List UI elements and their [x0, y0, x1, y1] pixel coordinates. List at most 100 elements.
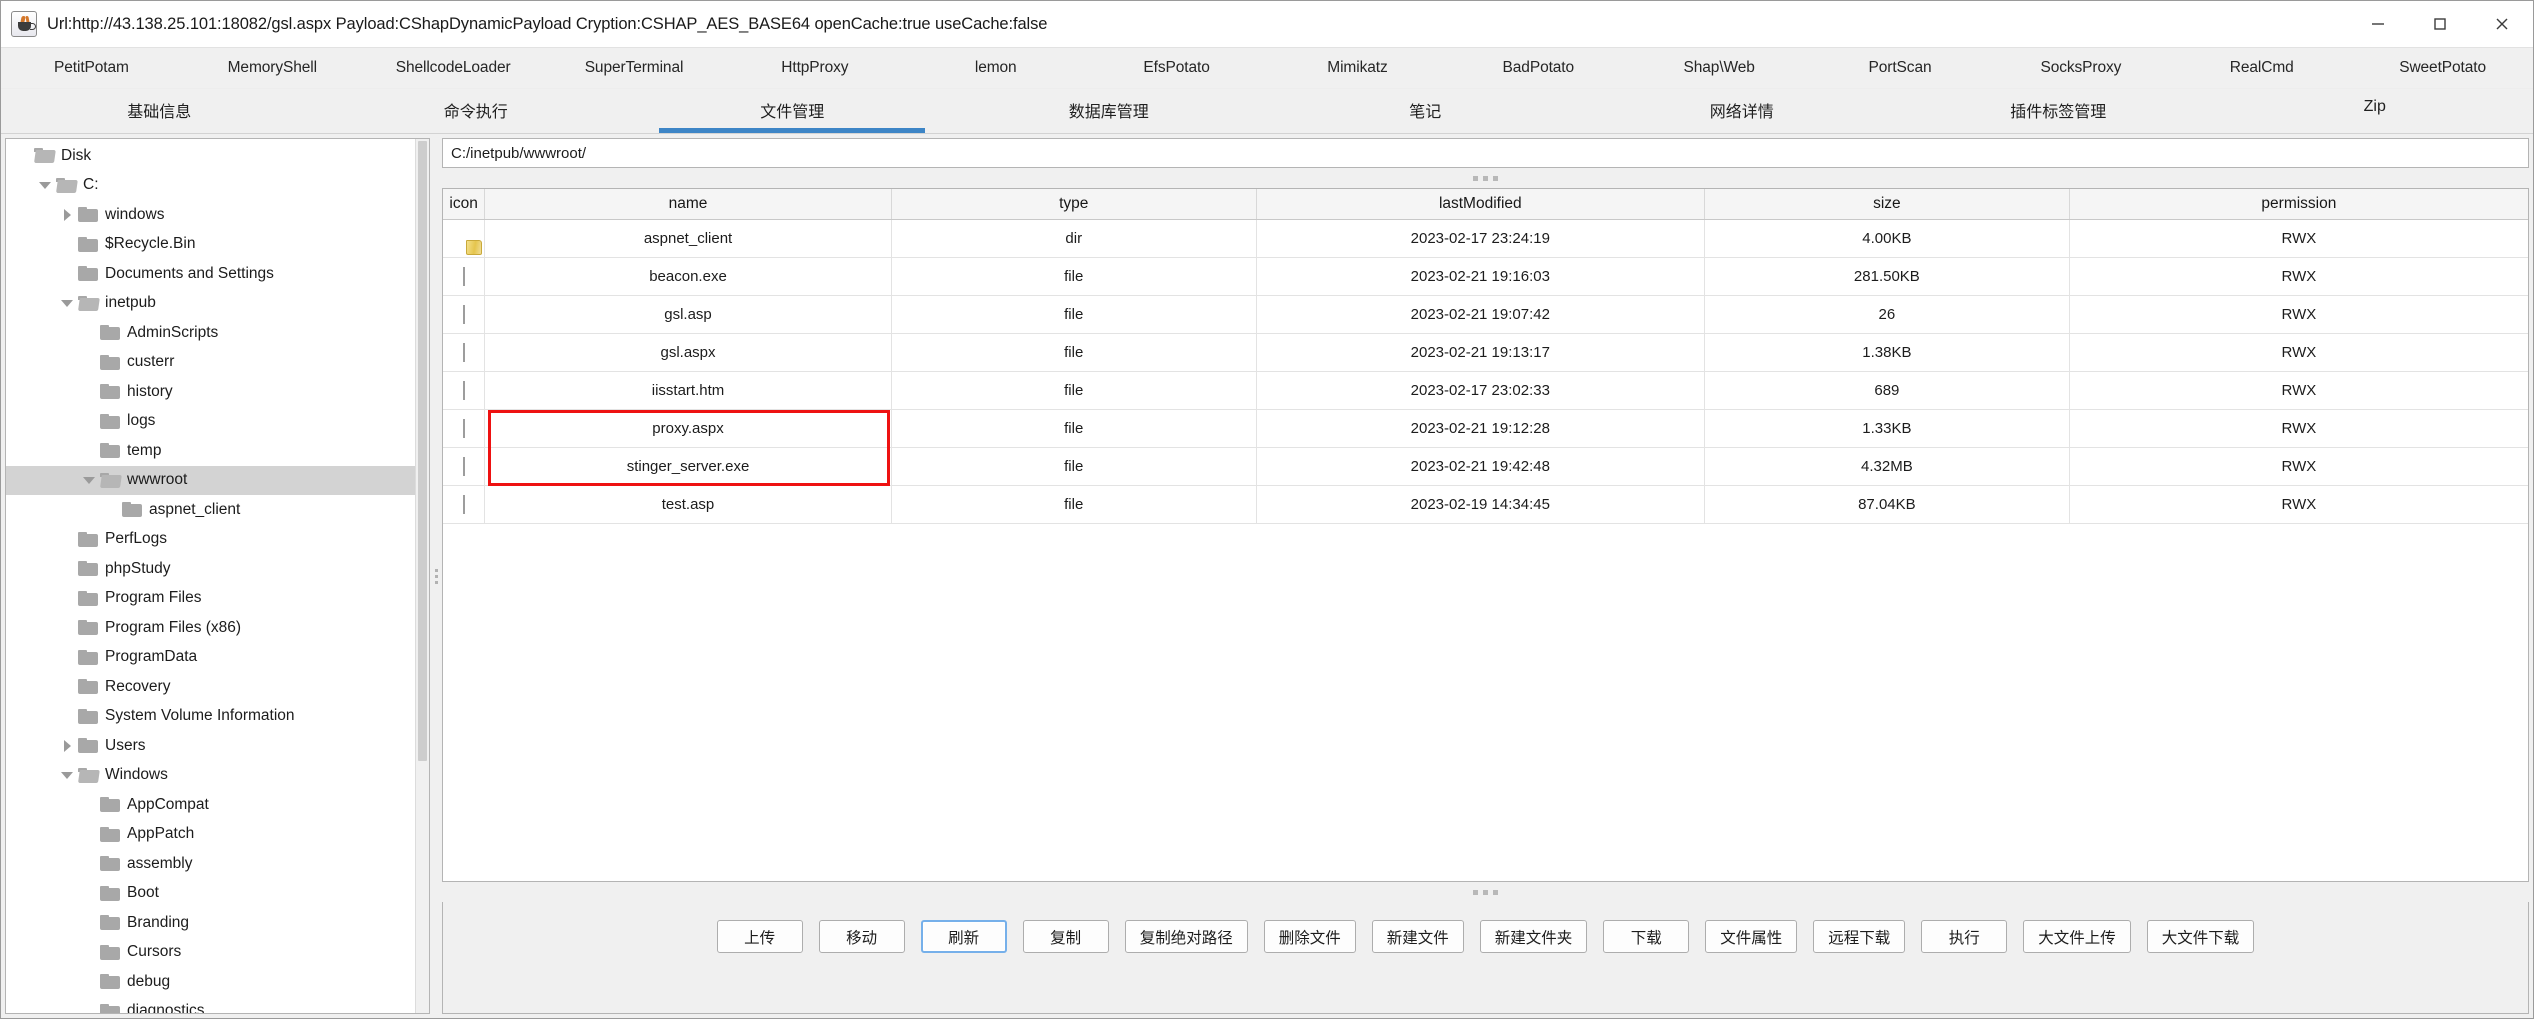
tree-item[interactable]: Recovery	[6, 672, 415, 702]
action-button-2[interactable]: 刷新	[920, 920, 1007, 953]
tree-item[interactable]: Branding	[6, 908, 415, 938]
chevron-down-icon[interactable]	[56, 771, 78, 779]
tree-item[interactable]: AppCompat	[6, 790, 415, 820]
table-row[interactable]: test.asp file 2023-02-19 14:34:45 87.04KB RW…	[443, 485, 2528, 524]
tree-item[interactable]: $Recycle.Bin	[6, 230, 415, 260]
chevron-down-icon[interactable]	[34, 181, 56, 189]
cell-permission: RWX	[2069, 485, 2528, 524]
plugin-tab-realcmd[interactable]: RealCmd	[2171, 59, 2352, 77]
action-button-1[interactable]: 移动	[818, 920, 905, 953]
plugin-tab-httpproxy[interactable]: HttpProxy	[724, 59, 905, 77]
plugin-tab-efspotato[interactable]: EfsPotato	[1086, 59, 1267, 77]
plugin-tab-superterminal[interactable]: SuperTerminal	[544, 59, 725, 77]
tree-item[interactable]: ProgramData	[6, 643, 415, 673]
tree-scrollbar[interactable]	[415, 139, 429, 1013]
chevron-down-icon[interactable]	[78, 476, 100, 484]
column-header-type[interactable]: type	[891, 189, 1257, 220]
tree-item[interactable]: Users	[6, 731, 415, 761]
tree-item[interactable]: Program Files	[6, 584, 415, 614]
tree-item[interactable]: temp	[6, 436, 415, 466]
main-tab-3[interactable]: 数据库管理	[951, 89, 1268, 133]
action-button-9[interactable]: 文件属性	[1705, 920, 1798, 953]
tree-item[interactable]: PerfLogs	[6, 525, 415, 555]
main-tab-5[interactable]: 网络详情	[1584, 89, 1901, 133]
tree-item[interactable]: Boot	[6, 879, 415, 909]
table-row[interactable]: gsl.asp file 2023-02-21 19:07:42 26 RWX	[443, 295, 2528, 334]
plugin-tab-shap-web[interactable]: Shap\Web	[1629, 59, 1810, 77]
horizontal-splitter-bottom[interactable]	[442, 882, 2529, 902]
action-button-3[interactable]: 复制	[1022, 920, 1109, 953]
maximize-icon[interactable]	[2409, 1, 2471, 47]
action-button-13[interactable]: 大文件下载	[2146, 920, 2255, 953]
table-row[interactable]: aspnet_client dir 2023-02-17 23:24:19 4.00K…	[443, 219, 2528, 258]
plugin-tab-sweetpotato[interactable]: SweetPotato	[2352, 59, 2533, 77]
column-header-lastModified[interactable]: lastModified	[1256, 189, 1705, 220]
action-button-7[interactable]: 新建文件夹	[1479, 920, 1588, 953]
action-button-5[interactable]: 删除文件	[1263, 920, 1356, 953]
minimize-icon[interactable]	[2347, 1, 2409, 47]
tree-item[interactable]: System Volume Information	[6, 702, 415, 732]
tree-item[interactable]: AdminScripts	[6, 318, 415, 348]
close-icon[interactable]	[2471, 1, 2533, 47]
chevron-right-icon[interactable]	[56, 208, 78, 221]
tree-item[interactable]: aspnet_client	[6, 495, 415, 525]
tree-item[interactable]: Documents and Settings	[6, 259, 415, 289]
tree-item[interactable]: debug	[6, 967, 415, 997]
column-header-icon[interactable]: icon	[443, 189, 486, 220]
action-button-12[interactable]: 大文件上传	[2023, 920, 2131, 953]
tree-item[interactable]: inetpub	[6, 289, 415, 319]
table-row[interactable]: iisstart.htm file 2023-02-17 23:02:33 689 RW…	[443, 371, 2528, 410]
action-button-6[interactable]: 新建文件	[1371, 920, 1464, 953]
plugin-tab-socksproxy[interactable]: SocksProxy	[1990, 59, 2171, 77]
vertical-splitter[interactable]	[430, 138, 442, 1014]
tree-item-label: phpStudy	[105, 559, 171, 577]
chevron-right-icon[interactable]	[56, 739, 78, 752]
table-row[interactable]: gsl.aspx file 2023-02-21 19:13:17 1.38KB RWX	[443, 333, 2528, 372]
action-button-4[interactable]: 复制绝对路径	[1124, 920, 1248, 953]
table-row[interactable]: proxy.aspx file 2023-02-21 19:12:28 1.33KB R…	[443, 409, 2528, 448]
main-tab-0[interactable]: 基础信息	[1, 89, 318, 133]
tree-item-label: System Volume Information	[105, 707, 295, 725]
tree-item-label: Disk	[61, 146, 92, 164]
horizontal-splitter-top[interactable]	[442, 168, 2529, 188]
plugin-tab-lemon[interactable]: lemon	[905, 59, 1086, 77]
main-tab-6[interactable]: 插件标签管理	[1900, 89, 2217, 133]
action-button-8[interactable]: 下载	[1603, 920, 1690, 953]
plugin-tab-mimikatz[interactable]: Mimikatz	[1267, 59, 1448, 77]
tree-item[interactable]: diagnostics	[6, 997, 415, 1013]
action-button-0[interactable]: 上传	[716, 920, 803, 953]
plugin-tab-badpotato[interactable]: BadPotato	[1448, 59, 1629, 77]
main-tab-2[interactable]: 文件管理	[634, 89, 951, 133]
column-header-size[interactable]: size	[1704, 189, 2070, 220]
main-tab-7[interactable]: Zip	[2217, 89, 2534, 133]
tree-item[interactable]: custerr	[6, 348, 415, 378]
tree-item[interactable]: Cursors	[6, 938, 415, 968]
tree-item[interactable]: C:	[6, 171, 415, 201]
plugin-tab-petitpotam[interactable]: PetitPotam	[1, 59, 182, 77]
table-row[interactable]: stinger_server.exe file 2023-02-21 19:42:4…	[443, 447, 2528, 486]
tree-item[interactable]: assembly	[6, 849, 415, 879]
tree-item[interactable]: Program Files (x86)	[6, 613, 415, 643]
tree-item-label: inetpub	[105, 294, 156, 312]
column-header-name[interactable]: name	[484, 189, 892, 220]
tree-item[interactable]: Disk	[6, 141, 415, 171]
action-button-10[interactable]: 远程下载	[1813, 920, 1906, 953]
path-input[interactable]: C:/inetpub/wwwroot/	[442, 138, 2529, 168]
plugin-tab-memoryshell[interactable]: MemoryShell	[182, 59, 363, 77]
plugin-tab-portscan[interactable]: PortScan	[1810, 59, 1991, 77]
tree-scrollbar-thumb[interactable]	[418, 141, 427, 761]
plugin-tab-shellcodeloader[interactable]: ShellcodeLoader	[363, 59, 544, 77]
tree-item[interactable]: AppPatch	[6, 820, 415, 850]
table-row[interactable]: beacon.exe file 2023-02-21 19:16:03 281.50K…	[443, 257, 2528, 296]
main-tab-4[interactable]: 笔记	[1267, 89, 1584, 133]
tree-item[interactable]: logs	[6, 407, 415, 437]
tree-item[interactable]: windows	[6, 200, 415, 230]
tree-item[interactable]: phpStudy	[6, 554, 415, 584]
main-tab-1[interactable]: 命令执行	[318, 89, 635, 133]
column-header-permission[interactable]: permission	[2069, 189, 2528, 220]
tree-item[interactable]: wwwroot	[6, 465, 415, 495]
tree-item[interactable]: history	[6, 377, 415, 407]
tree-item[interactable]: Windows	[6, 761, 415, 791]
action-button-11[interactable]: 执行	[1921, 920, 2008, 953]
chevron-down-icon[interactable]	[56, 299, 78, 307]
